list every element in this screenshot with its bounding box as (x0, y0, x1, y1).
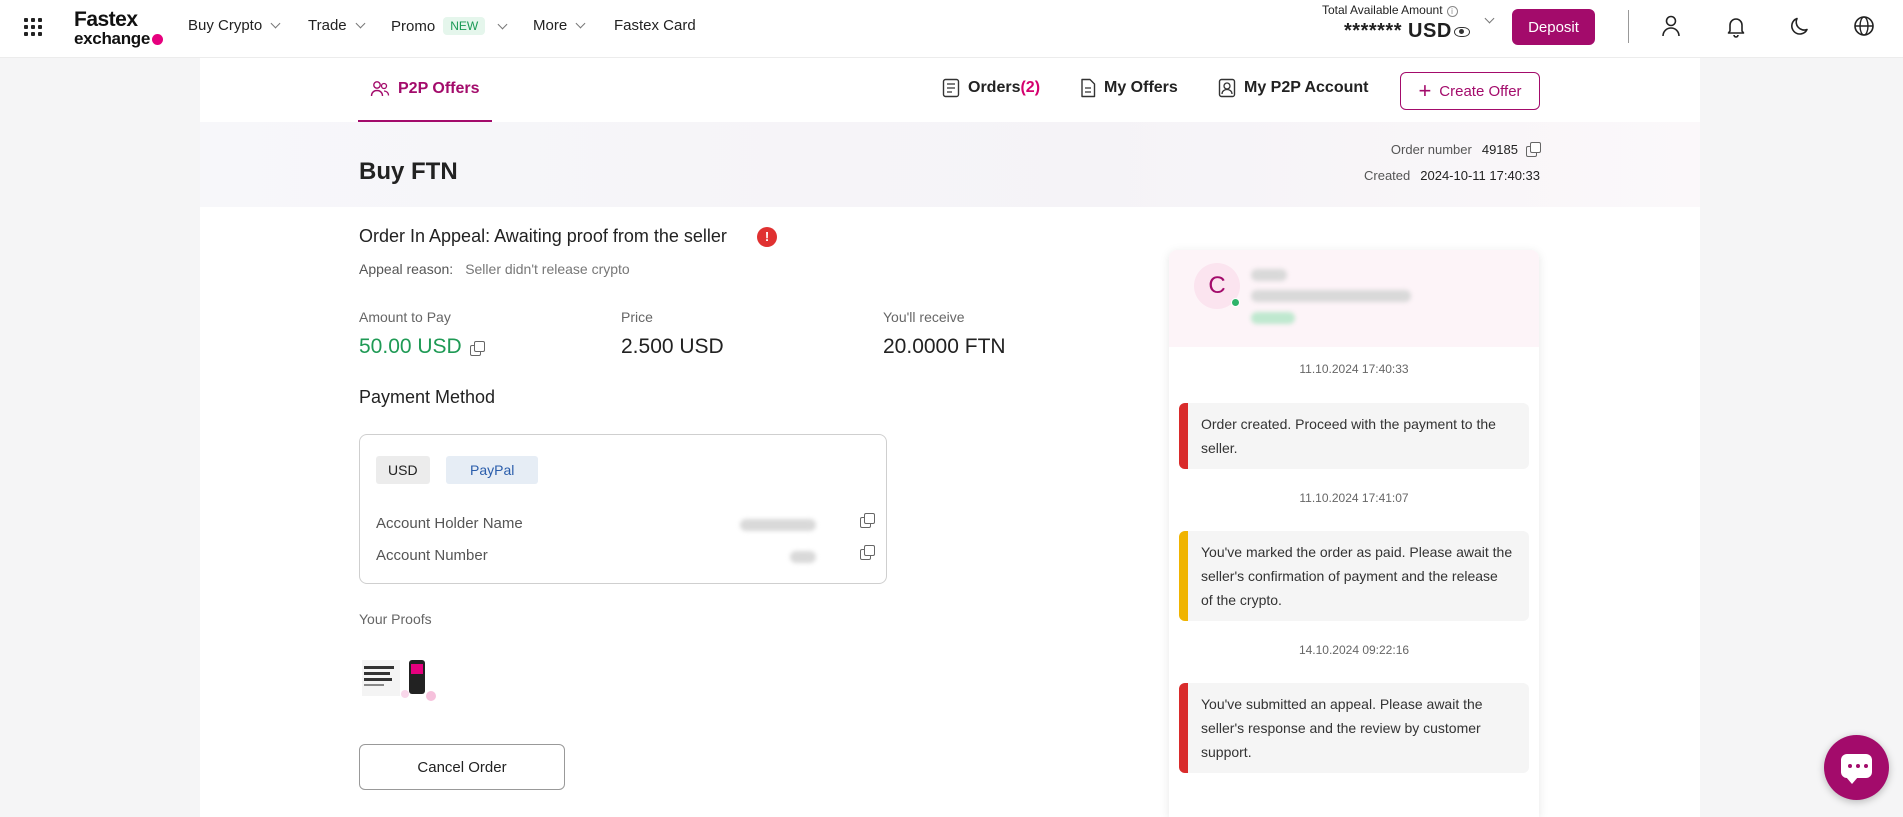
account-icon (1218, 78, 1236, 98)
user-icon[interactable] (1659, 14, 1683, 38)
order-status: Order In Appeal: Awaiting proof from the… (359, 226, 727, 246)
plus-icon: + (1418, 78, 1432, 103)
fastex-logo[interactable]: Fastex exchange (74, 9, 164, 48)
receive-value: 20.0000 FTN (883, 335, 1006, 358)
nav-promo[interactable]: Promo NEW (391, 17, 508, 35)
chat-header: C (1169, 250, 1539, 347)
copy-icon[interactable] (469, 341, 485, 356)
new-badge: NEW (443, 17, 486, 35)
account-holder-value-redacted (740, 519, 816, 531)
bell-icon[interactable] (1724, 14, 1748, 38)
copy-icon[interactable] (1526, 142, 1541, 157)
support-chat-button[interactable] (1824, 735, 1889, 800)
moon-icon[interactable] (1788, 14, 1812, 38)
amount-to-pay-value: 50.00 USD (359, 335, 485, 359)
apps-grid-icon[interactable] (24, 18, 42, 36)
counterparty-id-redacted (1251, 290, 1411, 302)
eye-icon[interactable] (1454, 27, 1470, 37)
chat-timestamp: 14.10.2024 09:22:16 (1298, 643, 1410, 657)
chevron-down-icon (270, 18, 281, 29)
nav-more[interactable]: More (533, 17, 586, 34)
counterparty-status-redacted (1251, 312, 1295, 324)
order-created: Created 2024-10-11 17:40:33 (1364, 168, 1540, 183)
chat-system-message: Order created. Proceed with the payment … (1179, 403, 1529, 469)
nav-trade[interactable]: Trade (308, 17, 366, 34)
chevron-down-icon (355, 18, 366, 29)
your-proofs-label: Your Proofs (359, 611, 432, 627)
tab-my-p2p-account[interactable]: My P2P Account (1218, 78, 1368, 98)
chat-system-message: You've marked the order as paid. Please … (1179, 531, 1529, 621)
online-status-dot (1231, 298, 1240, 307)
alert-icon: ! (757, 227, 777, 247)
total-available-label: Total Available Amount i (1322, 3, 1458, 17)
chat-system-message: You've submitted an appeal. Please await… (1179, 683, 1529, 773)
chevron-down-icon (497, 19, 508, 29)
logo-plus-icon (152, 34, 164, 45)
chevron-down-icon[interactable] (1484, 13, 1495, 24)
document-icon (1081, 78, 1096, 98)
copy-icon[interactable] (860, 545, 875, 560)
chat-timestamp: 11.10.2024 17:41:07 (1299, 491, 1409, 505)
cancel-order-button[interactable]: Cancel Order (359, 744, 565, 790)
deposit-button[interactable]: Deposit (1512, 9, 1595, 45)
proof-image-thumbnail[interactable] (359, 656, 441, 704)
account-number-value-redacted (790, 551, 816, 563)
currency-chip: USD (376, 456, 430, 484)
nav-fastex-card[interactable]: Fastex Card (614, 17, 696, 34)
account-number-label: Account Number (376, 547, 488, 564)
appeal-reason: Appeal reason: Seller didn't release cryp… (359, 261, 630, 277)
price-value: 2.500 USD (621, 335, 724, 358)
account-holder-label: Account Holder Name (376, 515, 523, 532)
page-title: Buy FTN (359, 158, 458, 185)
order-number: Order number 49185 (1391, 142, 1541, 157)
total-available-value: ******* USD (1344, 20, 1452, 42)
orders-count: (2) (1020, 79, 1041, 96)
orders-list-icon (942, 78, 960, 98)
tab-p2p-offers[interactable]: P2P Offers (358, 58, 492, 122)
chevron-down-icon (575, 18, 586, 29)
tab-my-offers[interactable]: My Offers (1080, 78, 1178, 98)
receive-label: You'll receive (883, 309, 965, 325)
copy-icon[interactable] (860, 513, 875, 528)
payment-method-heading: Payment Method (359, 387, 496, 407)
create-offer-button[interactable]: + Create Offer (1400, 72, 1540, 110)
info-icon[interactable]: i (1446, 6, 1458, 17)
payment-method-card: USD PayPal Account Holder Name Account N… (359, 434, 887, 584)
globe-icon[interactable] (1852, 14, 1876, 38)
top-header: Fastex exchange Buy Crypto Trade Promo N… (0, 0, 1903, 58)
p2p-tabs: P2P Offers Orders(2) My Offers My P2P Ac… (358, 58, 1540, 122)
counterparty-name-redacted (1251, 269, 1287, 281)
amount-to-pay-label: Amount to Pay (359, 309, 451, 325)
price-label: Price (621, 309, 653, 325)
payment-method-chip: PayPal (446, 456, 539, 484)
divider (1628, 10, 1629, 43)
users-icon (370, 81, 390, 97)
nav-buy-crypto[interactable]: Buy Crypto (188, 17, 281, 34)
order-chat-panel: C 11.10.2024 17:40:33 Order created. Pro… (1169, 250, 1539, 817)
tab-orders[interactable]: Orders(2) (942, 78, 1040, 98)
chat-timestamp: 11.10.2024 17:40:33 (1299, 362, 1409, 376)
